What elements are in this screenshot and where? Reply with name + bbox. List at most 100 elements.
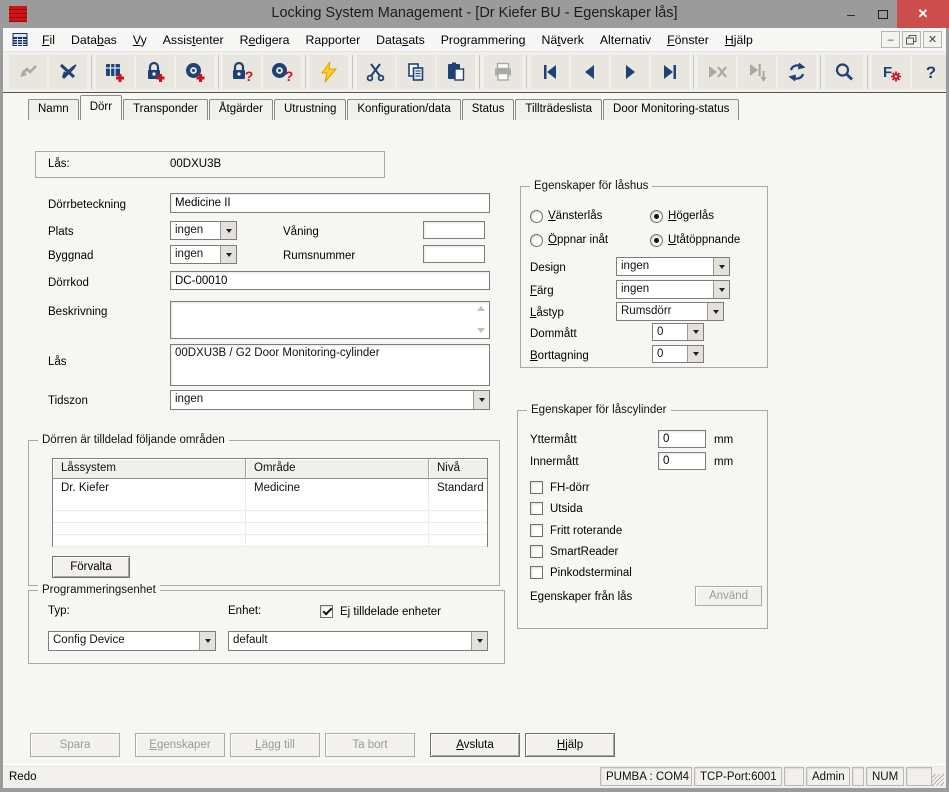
smartreader-checkbox[interactable] xyxy=(530,545,543,558)
tab-status[interactable]: Status xyxy=(461,99,515,120)
floor-input[interactable] xyxy=(423,221,485,239)
column-header-omrade[interactable]: Område xyxy=(246,459,429,479)
new-lock-button[interactable] xyxy=(136,55,174,89)
tab-atgarder[interactable]: Åtgärder xyxy=(208,99,273,120)
chevron-down-icon[interactable] xyxy=(199,632,215,650)
remove-button[interactable]: Ta bort xyxy=(325,733,415,757)
menu-assistenter[interactable]: Assistenter xyxy=(155,30,232,50)
help-button[interactable]: ? xyxy=(912,55,949,89)
outside-checkbox[interactable] xyxy=(530,502,543,515)
save-button[interactable]: Spara xyxy=(30,733,120,757)
cancel-navigation-button[interactable] xyxy=(698,55,736,89)
tab-konfiguration-data[interactable]: Konfiguration/data xyxy=(347,99,461,120)
goto-record-button[interactable] xyxy=(738,55,776,89)
add-button[interactable]: Lägg till xyxy=(230,733,320,757)
read-transponder-button[interactable]: ? xyxy=(263,55,301,89)
menu-redigera[interactable]: Redigera xyxy=(232,30,298,50)
unassigned-devices-checkbox[interactable] xyxy=(320,605,333,618)
freely-rotating-label[interactable]: Fritt roterande xyxy=(550,525,622,537)
chevron-down-icon[interactable] xyxy=(713,281,729,298)
right-lock-radio[interactable] xyxy=(650,210,663,223)
description-textarea[interactable] xyxy=(170,301,490,339)
menu-natverk[interactable]: Nätverk xyxy=(533,30,591,50)
menu-fonster[interactable]: Fönster xyxy=(659,30,717,50)
copy-button[interactable] xyxy=(397,55,435,89)
outward-opening-radio[interactable] xyxy=(650,234,663,247)
tab-dorr[interactable]: Dörr xyxy=(79,95,123,120)
column-header-lassystem[interactable]: Låssystem xyxy=(53,459,246,479)
design-dropdown[interactable]: ingen xyxy=(616,257,730,276)
menu-databas[interactable]: Databas xyxy=(63,30,125,50)
outer-dimension-input[interactable] xyxy=(658,430,706,448)
fh-door-label[interactable]: FH-dörr xyxy=(550,482,590,494)
removal-dropdown[interactable]: 0 xyxy=(652,345,704,363)
properties-button[interactable]: Egenskaper xyxy=(135,733,225,757)
column-header-niva[interactable]: Nivå xyxy=(429,459,487,479)
disconnect-button[interactable] xyxy=(49,55,87,89)
previous-record-button[interactable] xyxy=(571,55,609,89)
close-button[interactable]: ✕ xyxy=(897,0,949,28)
pincode-terminal-label[interactable]: Pinkodsterminal xyxy=(550,567,632,579)
inward-opening-radio[interactable] xyxy=(530,234,543,247)
lock-value-box[interactable]: 00DXU3B / G2 Door Monitoring-cylinder xyxy=(170,344,490,386)
pincode-terminal-checkbox[interactable] xyxy=(530,566,543,579)
door-name-input[interactable] xyxy=(170,193,490,213)
left-lock-label[interactable]: Vänsterlås xyxy=(548,210,602,222)
timezone-dropdown[interactable]: ingen xyxy=(170,390,490,410)
new-locking-system-button[interactable] xyxy=(96,55,134,89)
read-lock-button[interactable]: ? xyxy=(223,55,261,89)
tab-door-monitoring-status[interactable]: Door Monitoring-status xyxy=(603,99,740,120)
chevron-down-icon[interactable] xyxy=(471,632,487,650)
door-code-input[interactable] xyxy=(170,271,490,290)
scroll-down-icon[interactable] xyxy=(477,328,485,333)
new-transponder-button[interactable] xyxy=(176,55,214,89)
jump-arrow-button[interactable] xyxy=(9,55,47,89)
first-record-button[interactable] xyxy=(531,55,569,89)
inner-dimension-input[interactable] xyxy=(658,452,706,470)
chevron-down-icon[interactable] xyxy=(473,391,489,409)
menu-hjalp[interactable]: Hjälp xyxy=(717,30,761,50)
table-row[interactable]: Dr. Kiefer Medicine Standard xyxy=(53,479,487,499)
program-button[interactable] xyxy=(310,55,348,89)
right-lock-label[interactable]: Högerlås xyxy=(668,210,714,222)
menu-alternativ[interactable]: Alternativ xyxy=(592,30,659,50)
tab-tilltradeslista[interactable]: Tillträdeslista xyxy=(515,99,603,120)
resize-grip[interactable] xyxy=(932,774,944,786)
maximize-button[interactable] xyxy=(869,0,897,28)
search-button[interactable] xyxy=(825,55,863,89)
chevron-down-icon[interactable] xyxy=(707,303,723,320)
inward-opening-label[interactable]: Öppnar inåt xyxy=(548,234,608,246)
minimize-button[interactable]: – xyxy=(836,0,866,28)
menu-fil[interactable]: Fil xyxy=(34,30,63,50)
chevron-down-icon[interactable] xyxy=(687,346,703,362)
tab-utrustning[interactable]: Utrustning xyxy=(273,99,347,120)
filter-settings-button[interactable]: F xyxy=(872,55,910,89)
menu-datasats[interactable]: Datasats xyxy=(368,30,433,50)
outside-label[interactable]: Utsida xyxy=(550,503,583,515)
tab-namn[interactable]: Namn xyxy=(28,99,79,120)
mdi-restore-button[interactable] xyxy=(902,31,921,48)
chevron-down-icon[interactable] xyxy=(220,246,236,263)
dom-dimension-dropdown[interactable]: 0 xyxy=(652,323,704,341)
programming-device-dropdown[interactable]: default xyxy=(228,631,488,651)
exit-button[interactable]: Avsluta xyxy=(430,733,520,757)
mdi-minimize-button[interactable]: – xyxy=(881,31,900,48)
programming-type-dropdown[interactable]: Config Device xyxy=(48,631,216,651)
chevron-down-icon[interactable] xyxy=(713,258,729,275)
refresh-button[interactable] xyxy=(778,55,816,89)
mdi-close-button[interactable]: ✕ xyxy=(923,31,942,48)
outward-opening-label[interactable]: Utåtöppnande xyxy=(668,234,740,246)
left-lock-radio[interactable] xyxy=(530,210,543,223)
fh-door-checkbox[interactable] xyxy=(530,481,543,494)
chevron-down-icon[interactable] xyxy=(687,324,703,340)
smartreader-label[interactable]: SmartReader xyxy=(550,546,618,558)
paste-button[interactable] xyxy=(437,55,475,89)
print-button[interactable] xyxy=(484,55,522,89)
last-record-button[interactable] xyxy=(651,55,689,89)
menu-rapporter[interactable]: Rapporter xyxy=(297,30,368,50)
building-dropdown[interactable]: ingen xyxy=(170,245,237,264)
system-menu-icon[interactable] xyxy=(12,32,28,47)
next-record-button[interactable] xyxy=(611,55,649,89)
color-dropdown[interactable]: ingen xyxy=(616,280,730,299)
apply-button[interactable]: Använd xyxy=(695,586,762,606)
